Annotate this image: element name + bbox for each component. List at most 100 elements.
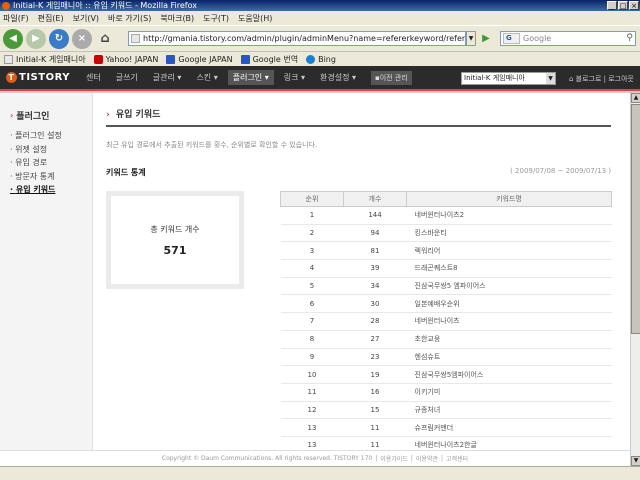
google-engine-icon[interactable]: G (503, 33, 520, 44)
chevron-right-icon: › (10, 111, 14, 120)
count-cell: 28 (343, 312, 407, 331)
google-icon (240, 54, 250, 64)
sidebar-item-plugin-settings[interactable]: · 플러그인 설정 (10, 129, 92, 143)
count-cell: 30 (343, 294, 407, 314)
column-header-count: 개수 (343, 191, 407, 207)
total-keywords-value: 571 (163, 244, 187, 257)
menu-view[interactable]: 보기(V) (73, 13, 99, 24)
keyword-cell: 드래곤퀘스트8 (406, 259, 612, 278)
total-keywords-box: 총 키워드 개수 571 (106, 191, 244, 289)
bookmark-label: Yahoo! JAPAN (105, 54, 159, 64)
bookmark-yahoo-japan[interactable]: Yahoo! JAPAN (93, 54, 159, 64)
minimize-button[interactable]: _ (607, 1, 617, 10)
column-header-rank: 순위 (280, 191, 344, 207)
stop-icon[interactable]: × (72, 28, 92, 49)
table-row: 10 19 진삼국무쌍5엠파이어스 (280, 365, 612, 384)
table-row: 12 15 규종처녀 (280, 401, 612, 420)
bookmark-label: Google JAPAN (178, 54, 233, 64)
header-right-links[interactable]: ⌂ 블로그로 | 로그아웃 (569, 74, 634, 84)
keyword-cell: 진삼국무쌍5엠파이어스 (406, 365, 612, 384)
menu-go[interactable]: 바로 가기(S) (108, 13, 151, 24)
menu-file[interactable]: 파일(F) (3, 13, 29, 24)
scroll-down-icon[interactable]: ▼ (631, 456, 640, 466)
rank-cell: 4 (280, 259, 344, 278)
sidebar-item-label: 방문자 통계 (15, 171, 55, 181)
count-cell: 19 (343, 365, 407, 384)
scroll-thumb[interactable] (631, 104, 640, 334)
scroll-up-icon[interactable]: ▲ (631, 93, 640, 103)
tistory-logo-icon: T (6, 72, 17, 83)
footer-link-terms[interactable]: 이용약관 (416, 454, 438, 463)
keyword-cell: 초한교웅 (406, 330, 612, 349)
maximize-button[interactable]: □ (618, 1, 628, 10)
menu-tools[interactable]: 도구(T) (203, 13, 229, 24)
page-icon (4, 54, 13, 64)
rank-cell: 13 (280, 436, 344, 450)
table-row: 4 39 드래곤퀘스트8 (280, 259, 612, 278)
count-cell: 11 (343, 436, 407, 450)
column-header-keyword: 키워드명 (406, 191, 612, 207)
home-icon[interactable]: ⌂ (95, 29, 115, 49)
firefox-icon (2, 1, 10, 10)
footer-separator: | (410, 455, 413, 462)
address-dropdown-icon[interactable]: ▼ (466, 31, 476, 46)
search-input[interactable]: G Google ⚲ (500, 31, 636, 46)
sidebar-item-label: 유입 경로 (15, 158, 48, 167)
count-cell: 11 (343, 418, 407, 437)
page-footer: Copyright © Daum Communications. All rig… (0, 450, 630, 466)
previous-admin-button[interactable]: ▪이전 관리 (371, 70, 412, 85)
go-arrow-icon[interactable]: ▶ (479, 31, 493, 46)
sidebar-item-keywords[interactable]: · 유입 키워드 (10, 183, 92, 197)
nav-settings[interactable]: 환경설정 ▾ (320, 72, 356, 83)
rank-cell: 11 (280, 383, 344, 402)
nav-center[interactable]: 센터 (86, 72, 101, 83)
menu-help[interactable]: 도움말(H) (238, 13, 272, 24)
nav-plugin[interactable]: 플러그인 ▾ (227, 70, 274, 85)
vertical-scrollbar[interactable]: ▲ ▼ (630, 93, 640, 466)
table-row: 6 30 일본예배우순위 (280, 294, 612, 314)
rank-cell: 13 (280, 418, 344, 437)
table-row: 3 81 렉워리어 (280, 241, 612, 261)
bookmark-google-japan[interactable]: Google JAPAN (166, 54, 233, 64)
site-favicon (131, 34, 140, 43)
table-header-row: 순위 개수 키워드명 (280, 191, 612, 207)
table-row: 5 34 진삼국무쌍5 엠파이어스 (280, 277, 612, 296)
footer-link-support[interactable]: 고객센터 (446, 454, 468, 463)
nav-skin[interactable]: 스킨 ▾ (196, 72, 217, 83)
reload-icon[interactable]: ↻ (49, 28, 69, 49)
tistory-logo-text: TISTORY (19, 72, 70, 83)
blog-select[interactable]: Initial-K 게임매니아 ▼ (461, 72, 556, 85)
main-panel: › 유입 키워드 최근 유입 경로에서 추출된 키워드를 횟수, 순위별로 확인… (106, 107, 612, 450)
menu-bookmarks[interactable]: 북마크(B) (160, 13, 194, 24)
keyword-cell: 진삼국무쌍5 엠파이어스 (406, 277, 612, 296)
close-button[interactable]: × (629, 1, 639, 10)
forward-arrow-icon[interactable]: ▶ (26, 28, 46, 49)
bookmark-gmania[interactable]: Initial-K 게임매니아 (4, 54, 86, 65)
menu-edit[interactable]: 편집(E) (38, 13, 64, 24)
sidebar-item-widget-settings[interactable]: · 위젯 설정 (10, 143, 92, 157)
back-arrow-icon[interactable]: ◀ (3, 28, 23, 49)
keyword-cell: 네버윈터나이츠2 (406, 206, 612, 225)
tistory-logo[interactable]: T TISTORY (6, 72, 70, 83)
nav-write[interactable]: 글쓰기 (116, 72, 138, 83)
nav-posts[interactable]: 글관리 ▾ (153, 72, 182, 83)
count-cell: 94 (343, 224, 407, 243)
bookmark-google-translate[interactable]: Google 번역 (240, 54, 298, 65)
tistory-header: T TISTORY 센터 글쓰기 글관리 ▾ 스킨 ▾ 플러그인 ▾ 링크 ▾ … (0, 66, 640, 91)
window-title: Initial-K 게임매니아 :: 유입 키워드 - Mozilla Fire… (13, 1, 197, 10)
keyword-cell: 일본예배우순위 (406, 294, 612, 314)
sidebar-item-visitor-stats[interactable]: · 방문자 통계 (10, 170, 92, 184)
bookmark-bing[interactable]: Bing (306, 54, 336, 64)
count-cell: 81 (343, 241, 407, 261)
footer-link-guide[interactable]: 이용가이드 (380, 454, 408, 463)
rank-cell: 7 (280, 312, 344, 331)
nav-link[interactable]: 링크 ▾ (284, 72, 305, 83)
sidebar-item-referrer[interactable]: · 유입 경로 (10, 156, 92, 170)
chevron-right-icon: › (106, 110, 110, 120)
keyword-cell: 슈프림커맨더 (406, 418, 612, 437)
search-icon[interactable]: ⚲ (626, 32, 633, 45)
admin-nav: 센터 글쓰기 글관리 ▾ 스킨 ▾ 플러그인 ▾ 링크 ▾ 환경설정 ▾ ▪이전… (86, 70, 412, 85)
rank-cell: 1 (280, 206, 344, 225)
address-bar[interactable]: http://gmania.tistory.com/admin/plugin/a… (128, 31, 466, 46)
address-text: http://gmania.tistory.com/admin/plugin/a… (143, 34, 465, 43)
